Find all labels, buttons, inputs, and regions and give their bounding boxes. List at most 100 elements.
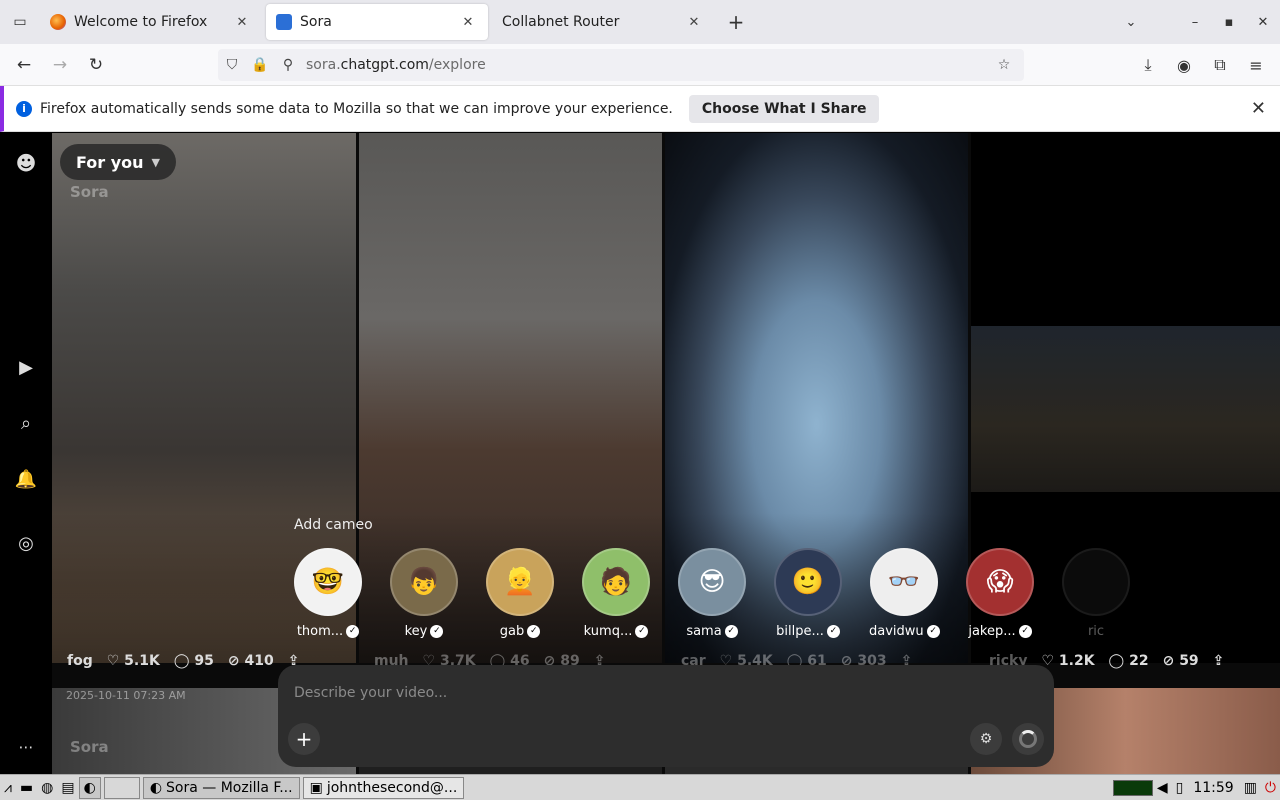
blank-launcher[interactable] (103, 776, 140, 799)
remix-count[interactable]: ⊘ 59 (1163, 653, 1199, 669)
likes-count[interactable]: ♡ 1.2K (1041, 653, 1094, 669)
cameo-option[interactable]: 😱 jakep... ✓ (965, 548, 1035, 639)
bookmark-star-icon[interactable]: ☆ (990, 57, 1018, 73)
start-menu-icon[interactable]: ⩘ (0, 777, 16, 799)
likes-count[interactable]: ♡ 5.1K (107, 653, 160, 669)
avatar: 🤓 (294, 548, 362, 616)
describe-video-input[interactable]: Describe your video... (294, 685, 447, 701)
close-window-icon[interactable]: ✕ (1246, 15, 1280, 30)
avatar: 👓 (870, 548, 938, 616)
settings-sliders-icon[interactable]: ⚙ (970, 723, 1002, 755)
cameo-name: thom... ✓ (293, 624, 363, 639)
sora-logo-icon[interactable]: ☻ (14, 151, 38, 175)
cameo-option[interactable]: ric (1061, 548, 1131, 639)
cameo-name: gab ✓ (485, 624, 555, 639)
account-icon[interactable]: ◉ (1166, 49, 1202, 81)
cameo-option[interactable]: 🧑 kumq... ✓ (581, 548, 651, 639)
cameo-option[interactable]: 🙂 billpe... ✓ (773, 548, 843, 639)
cameo-option[interactable]: 👓 davidwu ✓ (869, 548, 940, 639)
share-icon[interactable]: ⇪ (1213, 653, 1225, 669)
verified-icon: ✓ (346, 625, 360, 638)
choose-what-i-share-button[interactable]: Choose What I Share (688, 94, 880, 123)
url-bar[interactable]: ⛉ 🔒 ⚲ sora.chatgpt.com/explore ☆ (218, 49, 1024, 81)
feed-filter-dropdown[interactable]: For you ▼ (60, 144, 177, 180)
extensions-icon[interactable]: ⧉ (1202, 49, 1238, 81)
remix-count[interactable]: ⊘ 410 (228, 653, 274, 669)
video-feed: For you ▼ Sora fog ♡ 5.1K ◯ 95 ⊘ 410 ⇪ m… (52, 133, 1280, 774)
file-manager-icon[interactable]: ▤ (57, 777, 78, 799)
verified-icon: ✓ (926, 625, 940, 638)
cameo-name: billpe... ✓ (773, 624, 843, 639)
sora-watermark: Sora (70, 183, 109, 201)
more-options-icon[interactable]: ⋯ (14, 735, 38, 759)
tab-label: Sora (300, 14, 332, 30)
cameo-name: davidwu ✓ (869, 624, 940, 639)
list-all-tabs-icon[interactable]: ⌄ (1114, 15, 1148, 30)
heart-icon: ♡ (106, 653, 120, 669)
notifications-bell-icon[interactable]: 🔔 (14, 467, 38, 491)
remix-icon: ⊘ (227, 653, 240, 669)
maximize-icon[interactable]: ▪ (1212, 15, 1246, 30)
cameo-option[interactable]: 🤓 thom... ✓ (293, 548, 363, 639)
taskbar-task-firefox[interactable]: ◐ Sora — Mozilla F... (142, 776, 300, 799)
verified-icon: ✓ (635, 625, 649, 638)
tab-sora[interactable]: Sora ✕ (266, 4, 488, 40)
reload-icon[interactable]: ↻ (78, 49, 114, 81)
close-notice-icon[interactable]: ✕ (1251, 98, 1266, 119)
back-icon[interactable]: ← (6, 49, 42, 81)
comments-count[interactable]: ◯ 95 (174, 653, 214, 669)
clock[interactable]: 11:59 (1187, 780, 1239, 796)
add-attachment-button[interactable]: + (288, 723, 320, 755)
lock-icon[interactable]: 🔒 (246, 57, 274, 73)
cameo-name: sama ✓ (677, 624, 747, 639)
avatar: 👦 (390, 548, 458, 616)
taskbar-task-terminal[interactable]: ▣ johnthesecond@... (302, 776, 465, 799)
cameo-name: kumq... ✓ (581, 624, 651, 639)
close-tab-icon[interactable]: ✕ (684, 15, 704, 30)
forward-icon[interactable]: → (42, 49, 78, 81)
power-icon[interactable]: ⏻ (1261, 777, 1280, 799)
verified-icon: ✓ (826, 625, 840, 638)
add-cameo-label: Add cameo (294, 517, 373, 533)
minimize-icon[interactable]: – (1178, 15, 1212, 30)
cpu-monitor-icon[interactable] (1112, 779, 1153, 796)
notice-message: Firefox automatically sends some data to… (40, 100, 673, 117)
volume-icon[interactable]: ◀ (1153, 777, 1172, 799)
cameo-option[interactable]: 👦 key ✓ (389, 548, 459, 639)
avatar: 😎 (678, 548, 746, 616)
url-text[interactable]: sora.chatgpt.com/explore (306, 57, 990, 73)
tab-overview-icon[interactable]: ▭ (0, 0, 40, 44)
avatar: 👱 (486, 548, 554, 616)
close-tab-icon[interactable]: ✕ (458, 15, 478, 30)
loading-spinner-icon[interactable] (1012, 723, 1044, 755)
comments-count[interactable]: ◯ 22 (1109, 653, 1149, 669)
video-username[interactable]: fog (67, 653, 93, 669)
tab-label: Collabnet Router (502, 14, 620, 30)
cameo-name: key ✓ (389, 624, 459, 639)
firefox-launcher-icon[interactable]: ◐ (78, 776, 101, 799)
cameo-option[interactable]: 👱 gab ✓ (485, 548, 555, 639)
tab-collabnet-router[interactable]: Collabnet Router ✕ (492, 4, 714, 40)
tab-welcome[interactable]: Welcome to Firefox ✕ (40, 4, 262, 40)
explore-icon[interactable]: ▶ (14, 355, 38, 379)
new-tab-button[interactable]: + (718, 4, 754, 40)
tab-bar: ▭ Welcome to Firefox ✕ Sora ✕ Collabnet … (0, 0, 1280, 44)
network-icon[interactable]: ◍ (37, 777, 57, 799)
avatar (1062, 548, 1130, 616)
remix-icon: ⊘ (1162, 653, 1175, 669)
close-tab-icon[interactable]: ✕ (232, 15, 252, 30)
profile-icon[interactable]: ◎ (14, 531, 38, 555)
display-icon[interactable]: ▥ (1240, 777, 1261, 799)
permissions-icon[interactable]: ⚲ (274, 57, 302, 73)
cameo-option[interactable]: 😎 sama ✓ (677, 548, 747, 639)
clipboard-icon[interactable]: ▯ (1172, 777, 1188, 799)
cameo-name: jakep... ✓ (965, 624, 1035, 639)
menu-icon[interactable]: ≡ (1238, 49, 1274, 81)
data-collection-notice: i Firefox automatically sends some data … (0, 86, 1280, 132)
tracking-shield-icon[interactable]: ⛉ (218, 57, 246, 73)
downloads-icon[interactable]: ⤓ (1130, 49, 1166, 81)
search-icon[interactable]: ⌕ (14, 411, 38, 435)
show-desktop-icon[interactable]: ▬ (16, 777, 37, 799)
video-stats: fog ♡ 5.1K ◯ 95 ⊘ 410 ⇪ (67, 653, 299, 669)
nav-bar: ← → ↻ ⛉ 🔒 ⚲ sora.chatgpt.com/explore ☆ ⤓… (0, 44, 1280, 86)
